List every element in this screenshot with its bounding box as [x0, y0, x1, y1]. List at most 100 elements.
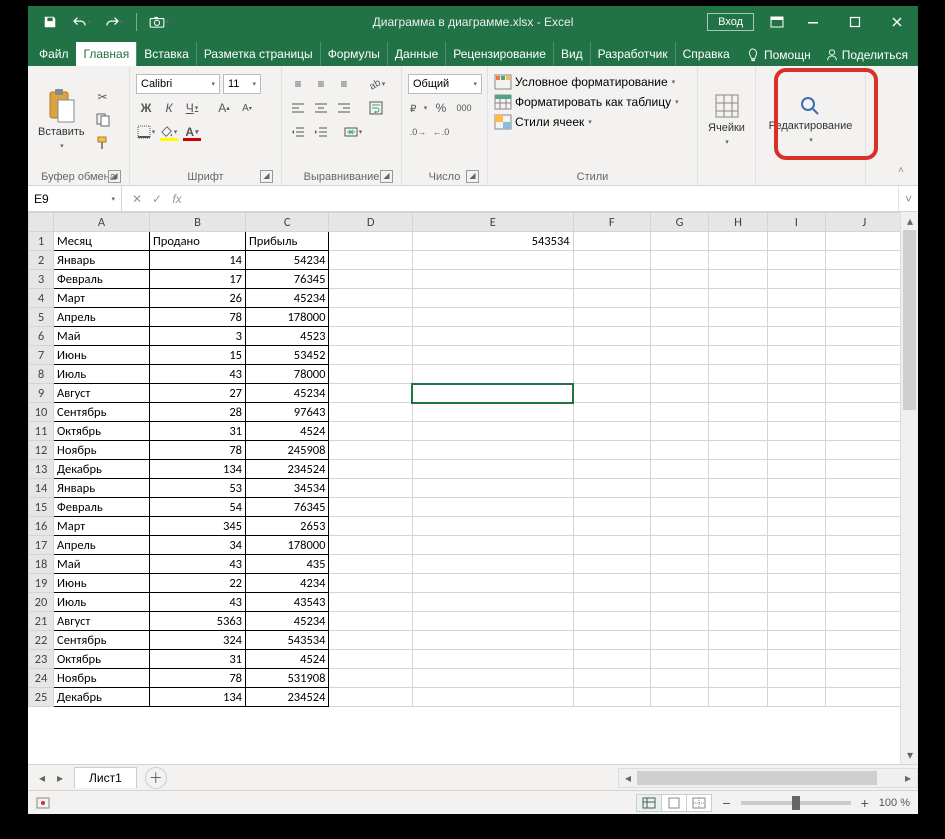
row-header-21[interactable]: 21 — [29, 612, 54, 631]
cell-F16[interactable] — [573, 517, 650, 536]
cell-J24[interactable] — [826, 669, 900, 688]
select-all-cell[interactable] — [29, 213, 54, 232]
cell-I23[interactable] — [767, 650, 825, 669]
cell-I19[interactable] — [767, 574, 825, 593]
col-header-I[interactable]: I — [767, 213, 825, 232]
cell-G12[interactable] — [650, 441, 708, 460]
cell-G8[interactable] — [650, 365, 708, 384]
cell-J10[interactable] — [826, 403, 900, 422]
cell-B13[interactable]: 134 — [150, 460, 246, 479]
cell-H10[interactable] — [709, 403, 767, 422]
cell-G10[interactable] — [650, 403, 708, 422]
cell-I4[interactable] — [767, 289, 825, 308]
row-header-25[interactable]: 25 — [29, 688, 54, 707]
tab-data[interactable]: Данные — [387, 42, 445, 66]
cell-D12[interactable] — [329, 441, 412, 460]
italic-button[interactable]: К — [159, 98, 179, 118]
cell-B19[interactable]: 22 — [150, 574, 246, 593]
cell-H21[interactable] — [709, 612, 767, 631]
row-header-7[interactable]: 7 — [29, 346, 54, 365]
page-layout-view-icon[interactable] — [661, 794, 687, 812]
cell-D8[interactable] — [329, 365, 412, 384]
formula-input[interactable] — [192, 186, 898, 211]
cell-F8[interactable] — [573, 365, 650, 384]
cell-G7[interactable] — [650, 346, 708, 365]
zoom-slider[interactable] — [741, 801, 851, 805]
row-header-10[interactable]: 10 — [29, 403, 54, 422]
cell-J7[interactable] — [826, 346, 900, 365]
cell-J9[interactable] — [826, 384, 900, 403]
cell-C9[interactable]: 45234 — [246, 384, 329, 403]
cell-E23[interactable] — [412, 650, 573, 669]
cell-H25[interactable] — [709, 688, 767, 707]
comma-format-icon[interactable]: 000 — [454, 98, 474, 118]
cell-B17[interactable]: 34 — [150, 536, 246, 555]
cell-A9[interactable]: Август — [54, 384, 150, 403]
cell-A5[interactable]: Апрель — [54, 308, 150, 327]
cell-F15[interactable] — [573, 498, 650, 517]
cell-A7[interactable]: Июнь — [54, 346, 150, 365]
align-center-icon[interactable] — [311, 98, 331, 118]
cell-C3[interactable]: 76345 — [246, 270, 329, 289]
col-header-D[interactable]: D — [329, 213, 412, 232]
row-header-12[interactable]: 12 — [29, 441, 54, 460]
cell-H12[interactable] — [709, 441, 767, 460]
row-header-5[interactable]: 5 — [29, 308, 54, 327]
cell-A19[interactable]: Июнь — [54, 574, 150, 593]
cell-H5[interactable] — [709, 308, 767, 327]
cell-D7[interactable] — [329, 346, 412, 365]
cell-I17[interactable] — [767, 536, 825, 555]
cell-E14[interactable] — [412, 479, 573, 498]
cell-G1[interactable] — [650, 232, 708, 251]
cell-H22[interactable] — [709, 631, 767, 650]
cell-J19[interactable] — [826, 574, 900, 593]
cell-A10[interactable]: Сентябрь — [54, 403, 150, 422]
cell-H17[interactable] — [709, 536, 767, 555]
cell-D22[interactable] — [329, 631, 412, 650]
cell-A17[interactable]: Апрель — [54, 536, 150, 555]
cell-D16[interactable] — [329, 517, 412, 536]
font-size-selector[interactable]: 11▾ — [223, 74, 261, 94]
cell-E3[interactable] — [412, 270, 573, 289]
cell-F3[interactable] — [573, 270, 650, 289]
align-left-icon[interactable] — [288, 98, 308, 118]
cell-F1[interactable] — [573, 232, 650, 251]
cell-E8[interactable] — [412, 365, 573, 384]
cell-E7[interactable] — [412, 346, 573, 365]
cell-D14[interactable] — [329, 479, 412, 498]
cell-F14[interactable] — [573, 479, 650, 498]
cell-E20[interactable] — [412, 593, 573, 612]
cell-F6[interactable] — [573, 327, 650, 346]
cell-D18[interactable] — [329, 555, 412, 574]
wrap-text-icon[interactable] — [366, 98, 386, 118]
alignment-dialog-launcher[interactable]: ◢ — [380, 170, 393, 183]
cell-G18[interactable] — [650, 555, 708, 574]
cell-E17[interactable] — [412, 536, 573, 555]
tab-help[interactable]: Справка — [675, 42, 737, 66]
vertical-scrollbar[interactable]: ▴ ▾ — [900, 212, 918, 764]
cell-H24[interactable] — [709, 669, 767, 688]
cell-J23[interactable] — [826, 650, 900, 669]
cell-G2[interactable] — [650, 251, 708, 270]
row-header-9[interactable]: 9 — [29, 384, 54, 403]
cell-G22[interactable] — [650, 631, 708, 650]
row-header-23[interactable]: 23 — [29, 650, 54, 669]
row-header-8[interactable]: 8 — [29, 365, 54, 384]
cell-B25[interactable]: 134 — [150, 688, 246, 707]
cell-F21[interactable] — [573, 612, 650, 631]
format-painter-icon[interactable] — [93, 133, 113, 153]
cell-C19[interactable]: 4234 — [246, 574, 329, 593]
cell-J5[interactable] — [826, 308, 900, 327]
cell-D2[interactable] — [329, 251, 412, 270]
col-header-A[interactable]: A — [54, 213, 150, 232]
cell-E19[interactable] — [412, 574, 573, 593]
cell-I20[interactable] — [767, 593, 825, 612]
cell-F19[interactable] — [573, 574, 650, 593]
cell-I25[interactable] — [767, 688, 825, 707]
cell-E6[interactable] — [412, 327, 573, 346]
cell-D13[interactable] — [329, 460, 412, 479]
cell-E16[interactable] — [412, 517, 573, 536]
sheet-nav-next-icon[interactable]: ▸ — [52, 771, 68, 785]
cell-A23[interactable]: Октябрь — [54, 650, 150, 669]
cell-C1[interactable]: Прибыль — [246, 232, 329, 251]
